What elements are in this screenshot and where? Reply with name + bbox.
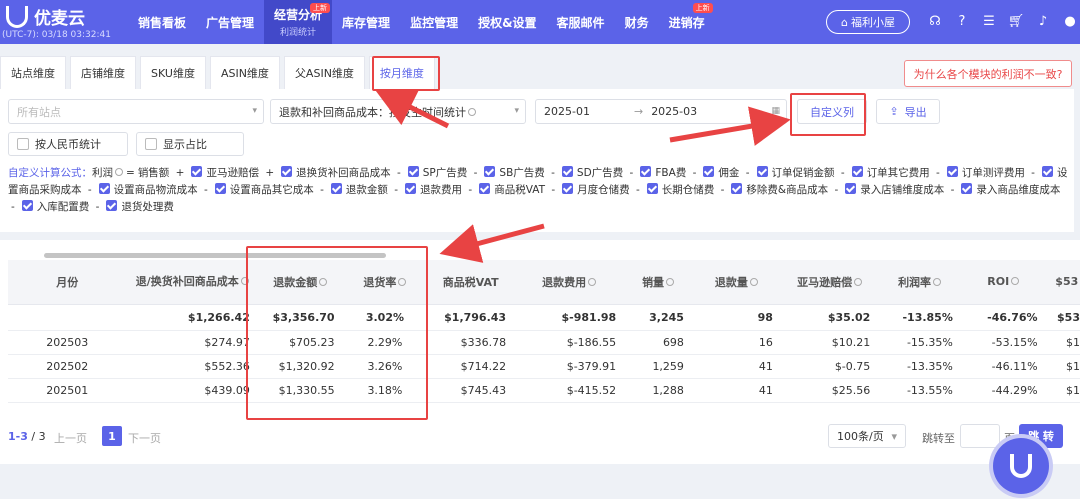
assistant-fab[interactable] bbox=[993, 438, 1049, 494]
logo-icon bbox=[1010, 454, 1032, 478]
arrow-to-monthly-tab bbox=[374, 89, 450, 129]
arrow-to-custom-columns bbox=[669, 106, 791, 146]
arrow-to-refund-columns bbox=[439, 223, 545, 263]
annotation-arrows bbox=[374, 89, 791, 263]
